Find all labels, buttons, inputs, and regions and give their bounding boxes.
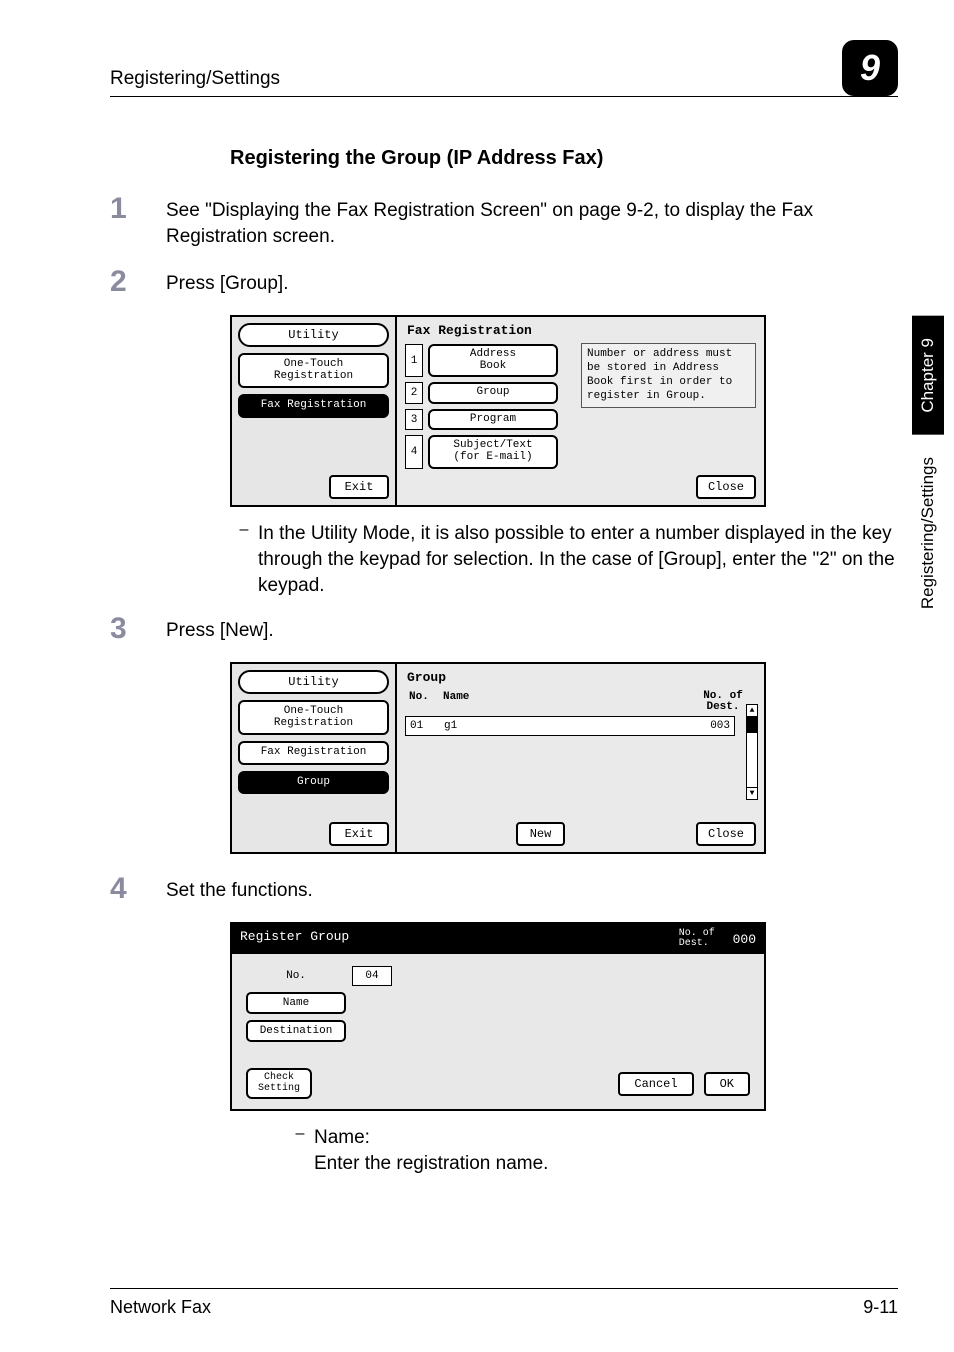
group-panel-title: Group [405, 670, 756, 685]
option-4-number: 4 [405, 435, 423, 468]
ok-button[interactable]: OK [704, 1072, 750, 1096]
column-header-no: No. [409, 691, 443, 713]
page-header: Registering/Settings 9 [110, 40, 898, 97]
step-1-text: See "Displaying the Fax Registration Scr… [166, 194, 898, 249]
option-group[interactable]: Group [428, 382, 558, 404]
chapter-badge: 9 [842, 40, 898, 96]
group-list-screenshot: Utility One-Touch Registration Fax Regis… [230, 662, 766, 854]
header-section: Registering/Settings [110, 68, 280, 90]
option-address-book[interactable]: Address Book [428, 344, 558, 377]
bullet-dash-2: – [286, 1125, 314, 1176]
scroll-thumb[interactable] [747, 717, 757, 733]
field-no-label: No. [246, 970, 346, 982]
fax-registration-screenshot: Utility One-Touch Registration Fax Regis… [230, 315, 766, 507]
sidebar-title: Utility [238, 323, 389, 347]
name-button[interactable]: Name [246, 992, 346, 1014]
option-2-number: 2 [405, 382, 423, 404]
dest-count-value: 000 [733, 932, 756, 947]
sidebar-title-2: Utility [238, 670, 389, 694]
scrollbar[interactable]: ▲ ▼ [746, 704, 758, 800]
option-1-number: 1 [405, 344, 423, 377]
step-1-number: 1 [110, 194, 166, 249]
new-button[interactable]: New [516, 822, 566, 846]
group-row-name: g1 [444, 720, 682, 732]
sidebar-item-group[interactable]: Group [238, 771, 389, 795]
exit-button-2[interactable]: Exit [329, 822, 389, 846]
scroll-down-icon[interactable]: ▼ [747, 787, 757, 799]
step-3-text: Press [New]. [166, 614, 898, 644]
bullet-dash: – [230, 521, 258, 598]
step-3-number: 3 [110, 614, 166, 644]
exit-button[interactable]: Exit [329, 475, 389, 499]
group-row-1[interactable]: 01 g1 003 [405, 716, 735, 736]
footer-left: Network Fax [110, 1297, 211, 1318]
name-field-label: Name: [314, 1125, 898, 1151]
sidebar-item-onetouch-2[interactable]: One-Touch Registration [238, 700, 389, 735]
field-no-value: 04 [352, 966, 392, 986]
step-4-number: 4 [110, 874, 166, 904]
side-chapter-label: Chapter 9 [912, 316, 944, 435]
check-setting-button[interactable]: Check Setting [246, 1068, 312, 1099]
step-4-text: Set the functions. [166, 874, 898, 904]
step-2-text: Press [Group]. [166, 267, 898, 297]
option-program[interactable]: Program [428, 409, 558, 431]
column-header-name: Name [443, 691, 696, 713]
scroll-up-icon[interactable]: ▲ [747, 705, 757, 717]
column-header-dest: No. of Dest. [696, 691, 750, 713]
option-subject-text[interactable]: Subject/Text (for E-mail) [428, 435, 558, 468]
cancel-button[interactable]: Cancel [618, 1072, 693, 1096]
sidebar-item-fax-registration[interactable]: Fax Registration [238, 394, 389, 418]
group-row-no: 01 [410, 720, 444, 732]
section-title: Registering the Group (IP Address Fax) [230, 147, 898, 170]
dest-count-label: No. of Dest. [679, 929, 715, 949]
step-2-number: 2 [110, 267, 166, 297]
register-group-title: Register Group [240, 929, 349, 949]
sidebar-item-onetouch[interactable]: One-Touch Registration [238, 353, 389, 388]
sidebar-item-fax-registration-2[interactable]: Fax Registration [238, 741, 389, 765]
name-field-description: Enter the registration name. [314, 1151, 898, 1177]
info-message: Number or address must be stored in Addr… [581, 343, 756, 408]
side-tab: Chapter 9 Registering/Settings [912, 316, 944, 631]
page-footer: Network Fax 9-11 [110, 1288, 898, 1318]
close-button-2[interactable]: Close [696, 822, 756, 846]
footer-right: 9-11 [863, 1297, 898, 1318]
option-3-number: 3 [405, 409, 423, 431]
main-panel-title: Fax Registration [405, 323, 756, 338]
step-2-note: In the Utility Mode, it is also possible… [258, 521, 898, 598]
side-section-label: Registering/Settings [918, 435, 938, 631]
group-row-dest: 003 [682, 720, 730, 732]
close-button[interactable]: Close [696, 475, 756, 499]
register-group-screenshot: Register Group No. of Dest. 000 No. 04 N… [230, 922, 766, 1111]
destination-button[interactable]: Destination [246, 1020, 346, 1042]
